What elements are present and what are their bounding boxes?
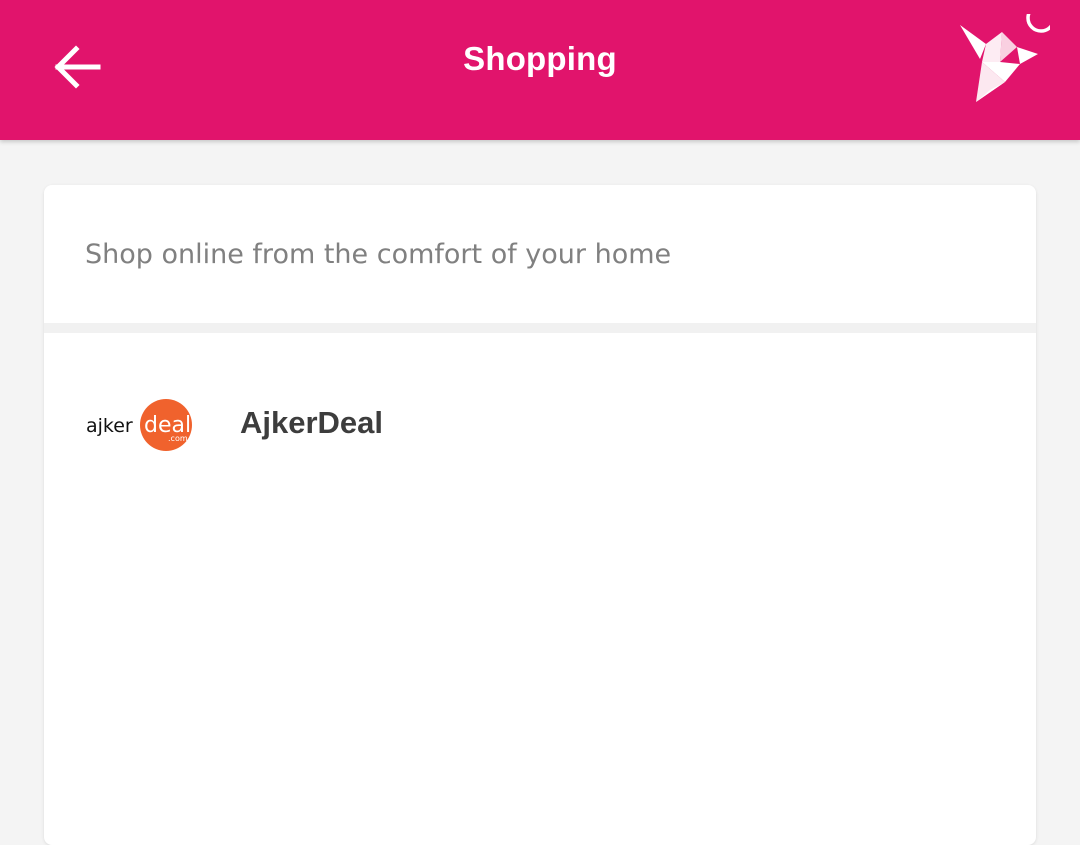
shopping-card: Shop online from the comfort of your hom…	[44, 185, 1036, 845]
merchant-item-ajkerdeal[interactable]: ajker deal .com AjkerDeal	[44, 333, 1036, 513]
ajkerdeal-logo-suffix: .com	[168, 434, 188, 443]
merchant-name: AjkerDeal	[240, 405, 384, 440]
ajkerdeal-logo: ajker deal .com	[86, 399, 192, 451]
page-title: Shopping	[463, 40, 617, 77]
card-description: Shop online from the comfort of your hom…	[85, 238, 672, 270]
origami-bird-logo-icon	[960, 14, 1050, 102]
app-bar: Shopping	[0, 0, 1080, 140]
divider	[44, 323, 1036, 333]
ajkerdeal-logo-prefix: ajker	[86, 415, 133, 437]
